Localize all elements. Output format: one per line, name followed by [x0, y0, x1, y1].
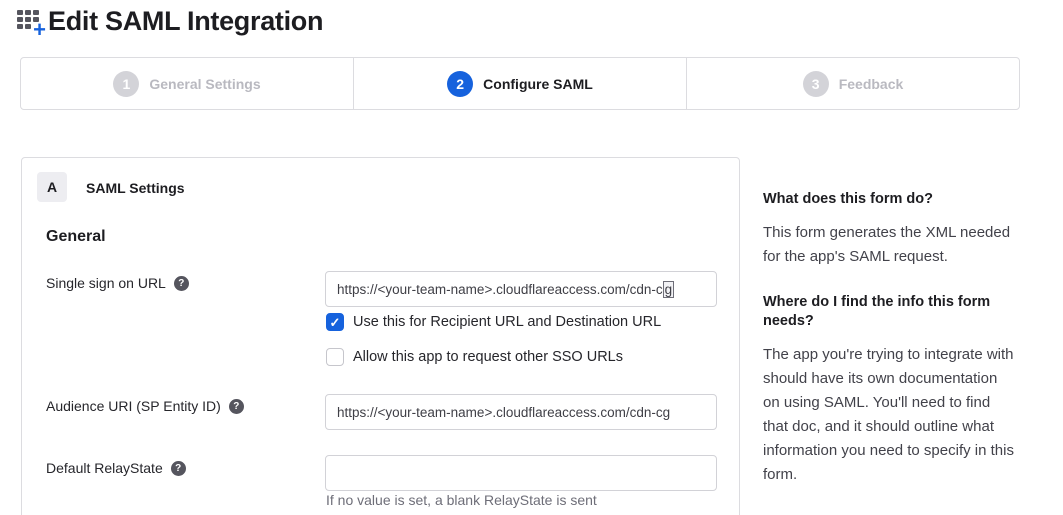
help-icon[interactable]: ?: [174, 276, 189, 291]
other-sso-checkbox-row[interactable]: ✓ Allow this app to request other SSO UR…: [326, 348, 623, 366]
check-icon: ✓: [330, 316, 341, 329]
page-title: Edit SAML Integration: [48, 6, 323, 37]
audience-uri-input[interactable]: https://<your-team-name>.cloudflareacces…: [325, 394, 717, 430]
plus-icon: +: [33, 19, 46, 41]
section-title: SAML Settings: [86, 180, 185, 196]
step-2-circle: 2: [447, 71, 473, 97]
text-cursor: g: [663, 281, 675, 298]
step-1-circle: 1: [113, 71, 139, 97]
group-title-general: General: [46, 228, 106, 246]
help-heading-what: What does this form do?: [763, 190, 1015, 209]
section-badge-a: A: [37, 172, 67, 202]
help-heading-where: Where do I find the info this form needs…: [763, 293, 1015, 331]
relay-state-label: Default RelayState ?: [46, 460, 186, 476]
sso-url-input[interactable]: https://<your-team-name>.cloudflareacces…: [325, 271, 717, 307]
step-3-circle: 3: [803, 71, 829, 97]
edit-saml-integration-page: + Edit SAML Integration 1 General Settin…: [0, 0, 1063, 515]
page-header: + Edit SAML Integration: [17, 6, 323, 37]
relay-state-input[interactable]: [325, 455, 717, 491]
app-grid-plus-icon: +: [17, 8, 44, 35]
saml-settings-panel: A SAML Settings General Single sign on U…: [21, 157, 740, 515]
step-1-label: General Settings: [149, 76, 260, 92]
other-sso-checkbox-label: Allow this app to request other SSO URLs: [353, 349, 623, 365]
help-body-what: This form generates the XML needed for t…: [763, 221, 1015, 269]
audience-uri-label: Audience URI (SP Entity ID) ?: [46, 398, 244, 414]
step-feedback[interactable]: 3 Feedback: [687, 58, 1019, 109]
step-2-label: Configure SAML: [483, 76, 593, 92]
help-icon[interactable]: ?: [229, 399, 244, 414]
recipient-url-checkbox-row[interactable]: ✓ Use this for Recipient URL and Destina…: [326, 313, 661, 331]
recipient-url-checkbox-label: Use this for Recipient URL and Destinati…: [353, 314, 661, 330]
help-body-where: The app you're trying to integrate with …: [763, 343, 1015, 487]
help-sidebar: What does this form do? This form genera…: [763, 190, 1015, 511]
step-configure-saml[interactable]: 2 Configure SAML: [354, 58, 687, 109]
step-wizard: 1 General Settings 2 Configure SAML 3 Fe…: [20, 57, 1020, 110]
step-general-settings[interactable]: 1 General Settings: [21, 58, 354, 109]
sso-url-label: Single sign on URL ?: [46, 275, 189, 291]
other-sso-checkbox[interactable]: ✓: [326, 348, 344, 366]
recipient-url-checkbox[interactable]: ✓: [326, 313, 344, 331]
help-icon[interactable]: ?: [171, 461, 186, 476]
relay-state-helper-text: If no value is set, a blank RelayState i…: [326, 492, 597, 508]
step-3-label: Feedback: [839, 76, 904, 92]
